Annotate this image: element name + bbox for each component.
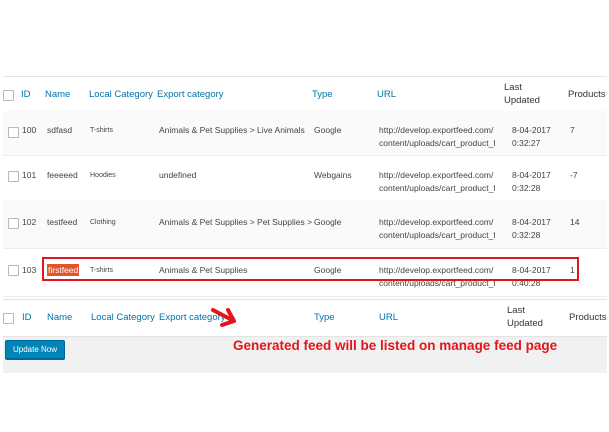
row-name[interactable]: feeeeed (47, 169, 78, 181)
update-now-button[interactable]: Update Now (5, 340, 65, 359)
row-url-line1[interactable]: http://develop.exportfeed.com/ (379, 216, 495, 228)
row-url-line2[interactable]: content/uploads/cart_product_f (379, 229, 495, 241)
row-id: 102 (22, 217, 37, 227)
col-export-category[interactable]: Export category (157, 89, 224, 101)
row-checkbox[interactable] (8, 171, 19, 182)
col-url[interactable]: URL (379, 312, 398, 324)
row-local-category: Clothing (90, 219, 116, 226)
col-local-category[interactable]: Local Category (91, 312, 155, 324)
row-date: 8-04-2017 (512, 217, 551, 227)
row-id: 101 (22, 170, 37, 180)
row-time: 0:32:28 (512, 230, 541, 240)
table-row: 100 sdfasd T-shirts Animals & Pet Suppli… (3, 111, 607, 156)
col-type[interactable]: Type (314, 312, 335, 324)
row-checkbox[interactable] (8, 127, 19, 138)
row-url-line2[interactable]: content/uploads/cart_product_f (379, 182, 495, 194)
row-name[interactable]: testfeed (47, 216, 77, 228)
highlight-box (42, 257, 579, 281)
row-local-category: T-shirts (90, 127, 113, 134)
table-row: 101 feeeeed Hoodies undefined Webgains h… (3, 155, 607, 201)
row-time: 0:32:28 (512, 183, 541, 193)
row-id: 100 (22, 125, 37, 135)
row-type: Google (314, 125, 342, 135)
row-type: Webgains (314, 170, 352, 180)
row-date: 8-04-2017 (512, 170, 551, 180)
col-products[interactable]: Products (569, 312, 607, 324)
feeds-table: ID Name Local Category Export category T… (3, 76, 607, 337)
row-export-category: undefined (159, 170, 197, 180)
row-export-category: Animals & Pet Supplies > Live Animals (159, 125, 305, 135)
row-url-line2[interactable]: content/uploads/cart_product_f (379, 137, 495, 149)
col-url[interactable]: URL (377, 89, 396, 101)
row-url-line1[interactable]: http://develop.exportfeed.com/ (379, 169, 495, 181)
col-type[interactable]: Type (312, 89, 333, 101)
row-checkbox[interactable] (8, 218, 19, 229)
row-local-category: Hoodies (90, 172, 116, 179)
col-last-updated-line1[interactable]: Last (507, 305, 525, 317)
row-url-line1[interactable]: http://develop.exportfeed.com/ (379, 124, 495, 136)
row-id: 103 (22, 265, 37, 275)
row-name[interactable]: sdfasd (47, 124, 72, 136)
annotation-text: Generated feed will be listed on manage … (233, 338, 558, 353)
table-header: ID Name Local Category Export category T… (3, 77, 607, 112)
col-name[interactable]: Name (47, 312, 72, 324)
col-last-updated-line1[interactable]: Last (504, 82, 522, 94)
col-products[interactable]: Products (568, 89, 606, 101)
row-products: 7 (570, 125, 575, 135)
row-date: 8-04-2017 (512, 125, 551, 135)
table-row: 102 testfeed Clothing Animals & Pet Supp… (3, 200, 607, 249)
col-local-category[interactable]: Local Category (89, 89, 153, 101)
row-checkbox[interactable] (8, 265, 19, 276)
row-export-category: Animals & Pet Supplies > Pet Supplies > (159, 217, 313, 227)
red-arrow-icon (211, 308, 236, 327)
row-time: 0:32:27 (512, 138, 541, 148)
col-last-updated-line2[interactable]: Updated (507, 318, 543, 330)
row-products: -7 (570, 170, 578, 180)
row-type: Google (314, 217, 342, 227)
col-name[interactable]: Name (45, 89, 70, 101)
col-id[interactable]: ID (21, 89, 31, 101)
col-id[interactable]: ID (22, 312, 32, 324)
table-footer: ID Name Local Category Export category T… (3, 299, 607, 336)
manage-feed-panel: ID Name Local Category Export category T… (3, 76, 607, 373)
col-last-updated-line2[interactable]: Updated (504, 95, 540, 107)
select-all-checkbox-footer[interactable] (3, 313, 14, 324)
select-all-checkbox[interactable] (3, 90, 14, 101)
row-products: 14 (570, 217, 580, 227)
